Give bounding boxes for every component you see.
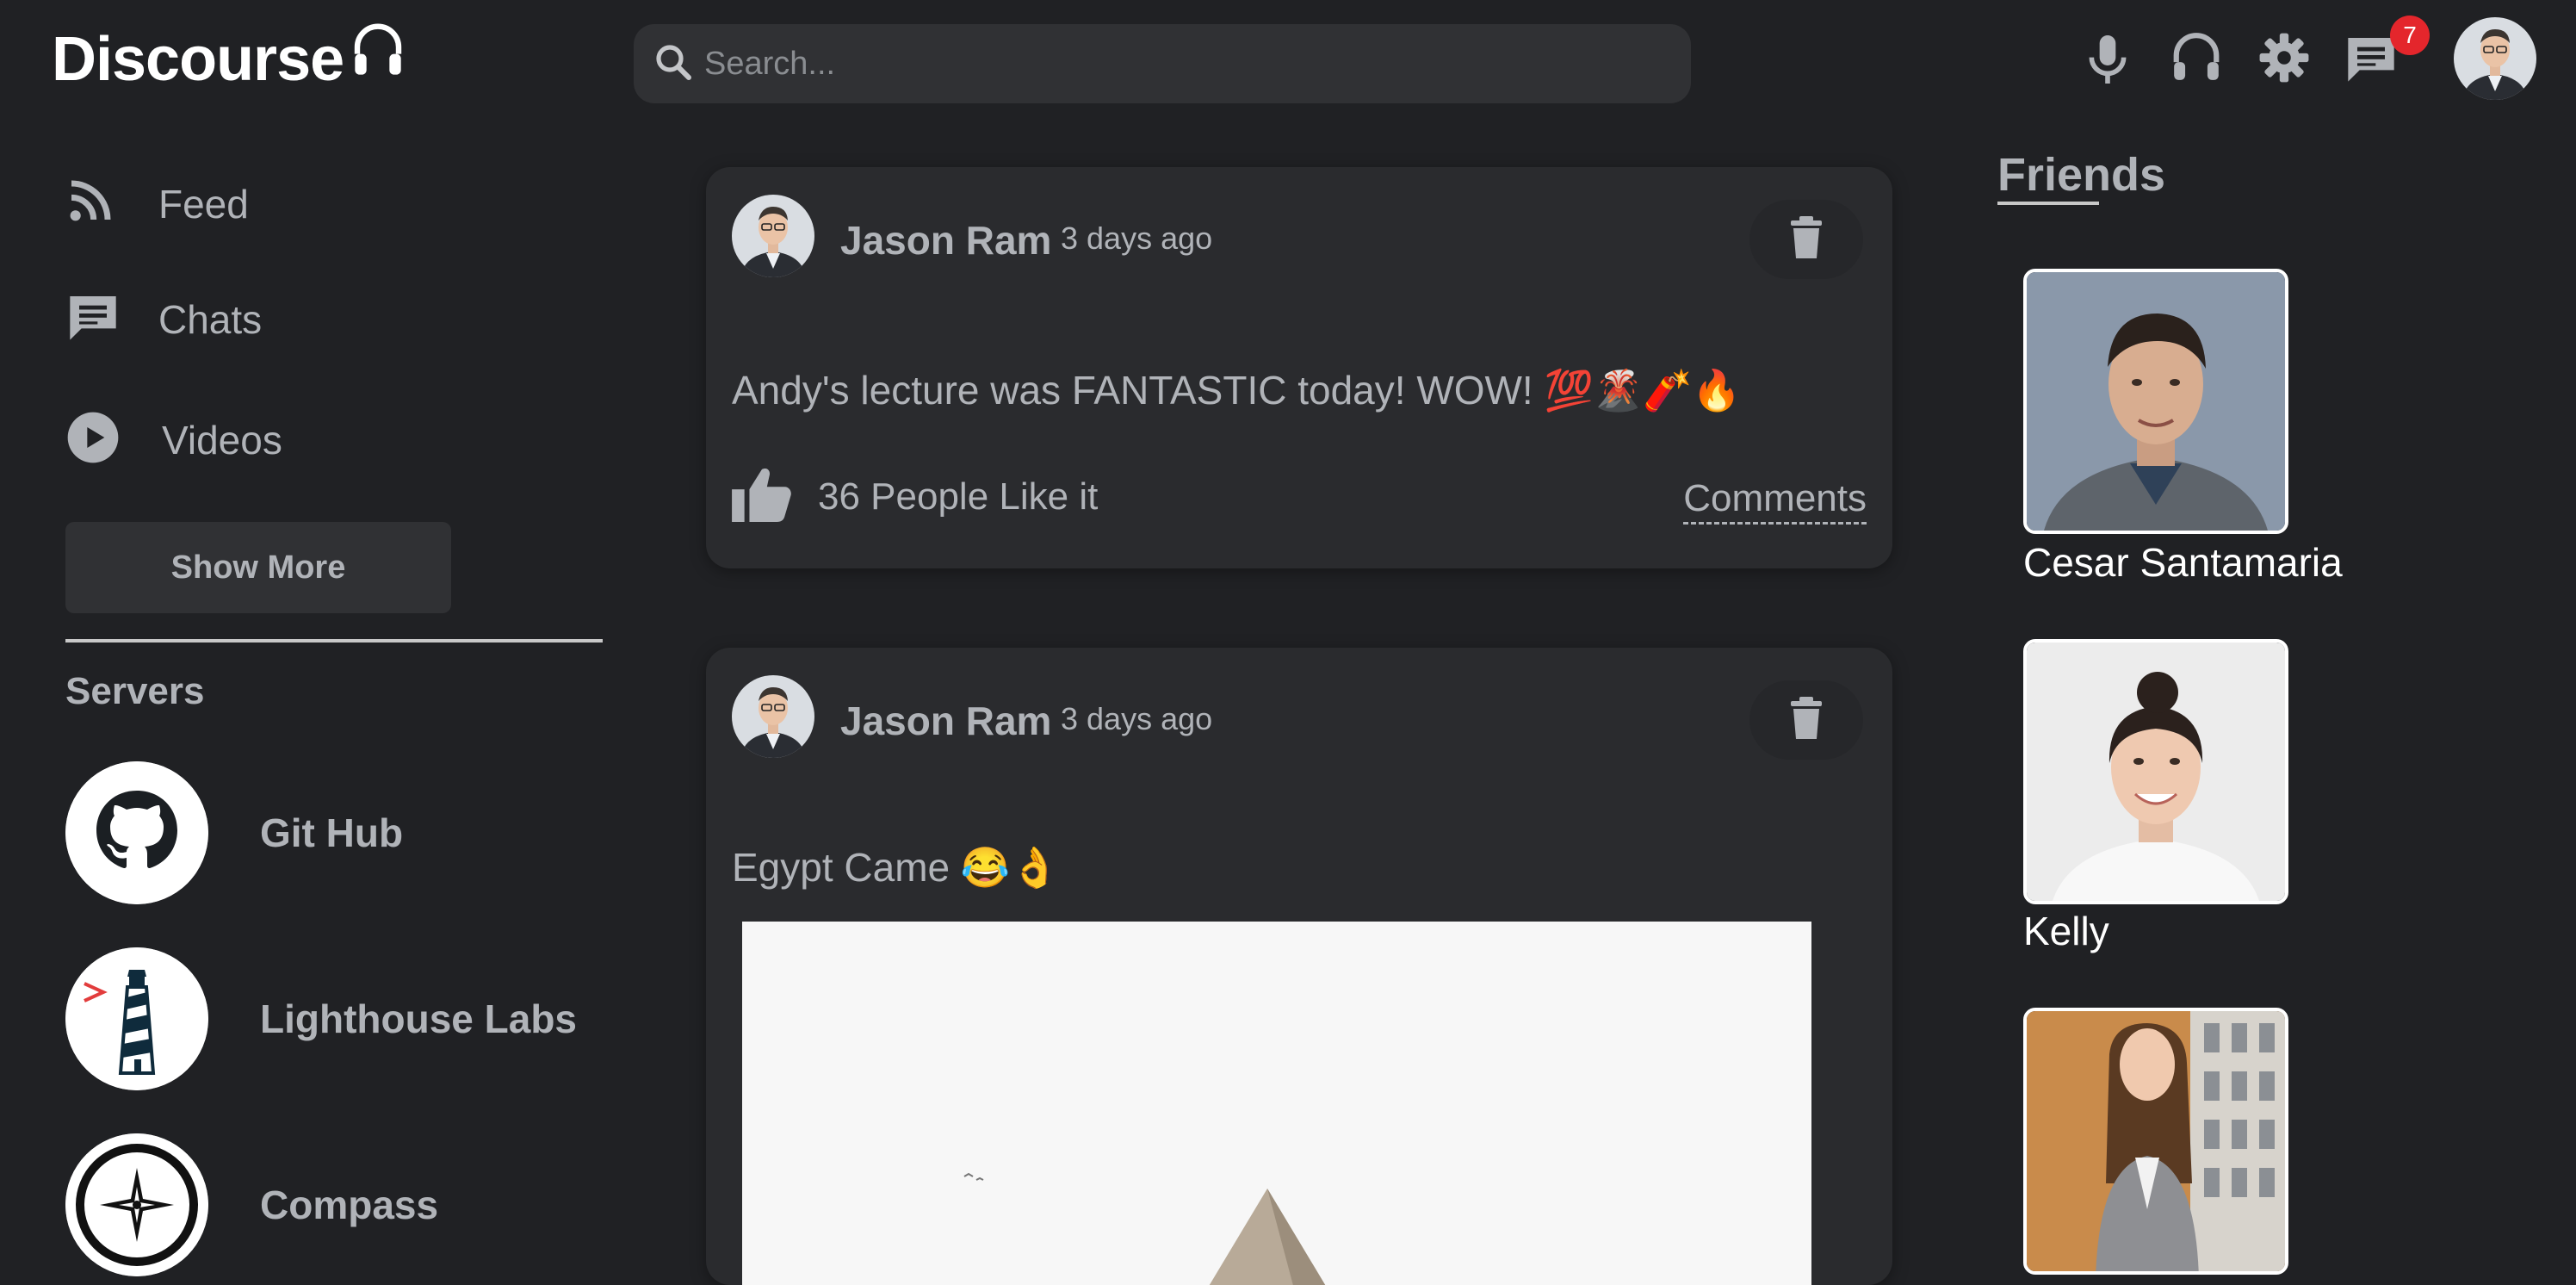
trash-icon [1787,696,1825,745]
server-item-github[interactable]: Git Hub [65,761,403,904]
delete-post-button[interactable] [1749,200,1863,279]
friend-photo[interactable] [2023,639,2288,904]
sidebar-item-label: Chats [158,296,263,342]
like-count: 36 People Like it [818,475,1099,518]
app-logo[interactable]: Discourse [52,22,406,95]
microphone-icon[interactable] [2084,31,2132,92]
post-timestamp: 3 days ago [1061,701,1213,736]
post-text: Egypt Came 😂👌 [732,845,1060,890]
lighthouse-icon [65,947,208,1090]
post-card: Jason Ram 3 days ago Andy's lecture was … [706,167,1892,568]
app-logo-text: Discourse [52,25,344,94]
server-item-lighthouse-labs[interactable]: Lighthouse Labs [65,947,577,1090]
post-text: Andy's lecture was FANTASTIC today! WOW!… [732,368,1742,413]
servers-heading: Servers [65,670,205,712]
notification-badge: 7 [2390,16,2430,55]
friend-name[interactable]: Cesar Santamaria [2023,539,2343,586]
server-name: Compass [260,1183,439,1227]
show-more-button[interactable]: Show More [65,522,451,613]
sidebar-item-label: Feed [158,181,249,227]
post-author-avatar[interactable] [732,675,814,758]
post-image[interactable] [742,922,1811,1285]
post-timestamp: 3 days ago [1061,220,1213,256]
headphones-icon[interactable] [2170,31,2223,89]
server-name: Lighthouse Labs [260,996,577,1041]
compass-icon [65,1133,208,1276]
server-name: Git Hub [260,810,404,855]
play-icon [65,410,121,469]
sidebar-item-feed[interactable]: Feed [65,177,249,230]
like-button[interactable]: 36 People Like it [732,467,1098,526]
friends-heading-underline [1997,202,2099,205]
top-bar: Discourse 7 [0,0,2576,138]
trash-icon [1787,215,1825,264]
post-author-name[interactable]: Jason Ram [840,217,1051,264]
friend-photo[interactable] [2023,269,2288,534]
gear-icon[interactable] [2257,31,2311,89]
rss-icon [65,177,114,230]
delete-post-button[interactable] [1749,680,1863,760]
sidebar-item-chats[interactable]: Chats [65,289,262,349]
user-avatar[interactable] [2454,17,2536,100]
search-input[interactable] [703,44,1691,84]
server-item-compass[interactable]: Compass [65,1133,438,1276]
friend-name[interactable]: Kelly [2023,908,2109,954]
sidebar-item-label: Videos [162,417,282,462]
search-bar[interactable] [634,24,1691,103]
friend-photo[interactable] [2023,1008,2288,1275]
left-sidebar: Feed Chats Videos Show More Servers Git … [0,138,629,1276]
sidebar-divider [65,639,603,642]
thumbs-up-icon [732,467,792,526]
post-author-name[interactable]: Jason Ram [840,698,1051,744]
github-icon [65,761,208,904]
post-card: Jason Ram 3 days ago Egypt Came 😂👌 [706,648,1892,1285]
search-icon [653,41,694,87]
comments-link[interactable]: Comments [1683,477,1867,525]
chat-icon [65,289,121,349]
friends-heading: Friends [1997,149,2166,201]
headphones-icon [350,22,406,86]
post-author-avatar[interactable] [732,195,814,277]
sidebar-item-videos[interactable]: Videos [65,410,282,469]
